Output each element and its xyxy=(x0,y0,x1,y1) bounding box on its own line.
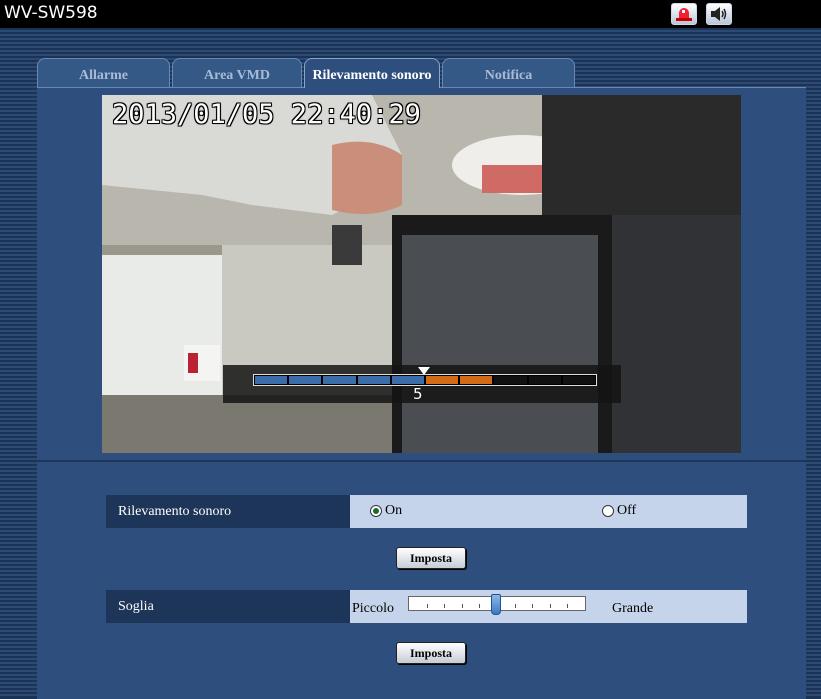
tab-allarme[interactable]: Allarme xyxy=(37,58,170,87)
level-segment xyxy=(323,376,356,384)
level-bar xyxy=(253,374,597,386)
level-threshold-value: 5 xyxy=(413,385,423,403)
slider-tick xyxy=(515,604,516,608)
radio-off-label[interactable]: Off xyxy=(617,503,636,519)
tab-notifica[interactable]: Notifica xyxy=(442,58,575,87)
soglia-slider-thumb[interactable] xyxy=(491,594,501,615)
slider-tick xyxy=(462,604,463,608)
slider-tick xyxy=(567,604,568,608)
level-segment xyxy=(494,376,527,384)
rilevamento-label: Rilevamento sonoro xyxy=(106,495,350,528)
soglia-min-label: Piccolo xyxy=(352,601,394,616)
rilevamento-options: On Off xyxy=(350,495,747,528)
tab-rilevamento-sonoro[interactable]: Rilevamento sonoro xyxy=(304,58,440,88)
imposta-button-1[interactable]: Imposta xyxy=(396,547,466,569)
alarm-icon[interactable] xyxy=(671,3,697,25)
row-rilevamento-sonoro: Rilevamento sonoro On Off xyxy=(106,495,747,528)
radio-on-label[interactable]: On xyxy=(385,503,402,519)
level-segment xyxy=(357,376,390,384)
panel-divider xyxy=(37,460,806,462)
top-bar: WV-SW598 xyxy=(0,0,821,28)
level-segment xyxy=(460,376,493,384)
radio-on[interactable] xyxy=(370,505,382,517)
audio-level-meter: 5 xyxy=(223,365,621,403)
slider-tick xyxy=(479,604,480,608)
slider-tick xyxy=(427,604,428,608)
slider-tick xyxy=(532,604,533,608)
radio-off[interactable] xyxy=(602,505,614,517)
tab-area-vmd[interactable]: Area VMD xyxy=(172,58,302,87)
camera-timestamp: 2013/01/05 22:40:29 xyxy=(112,99,421,130)
level-segment xyxy=(562,376,596,384)
row-soglia: Soglia Piccolo Grande xyxy=(106,590,747,623)
slider-tick xyxy=(444,604,445,608)
level-segment xyxy=(426,376,459,384)
slider-tick xyxy=(550,604,551,608)
level-segment xyxy=(528,376,561,384)
soglia-label: Soglia xyxy=(106,590,350,623)
audio-icon[interactable] xyxy=(706,3,732,25)
level-segment xyxy=(391,376,425,384)
soglia-max-label: Grande xyxy=(612,601,654,616)
level-segment xyxy=(255,376,288,384)
app-title: WV-SW598 xyxy=(4,3,98,23)
soglia-control: Piccolo Grande xyxy=(350,590,747,623)
imposta-button-2[interactable]: Imposta xyxy=(396,642,466,664)
level-segment xyxy=(289,376,322,384)
camera-view: 2013/01/05 22:40:29 5 xyxy=(102,95,741,453)
